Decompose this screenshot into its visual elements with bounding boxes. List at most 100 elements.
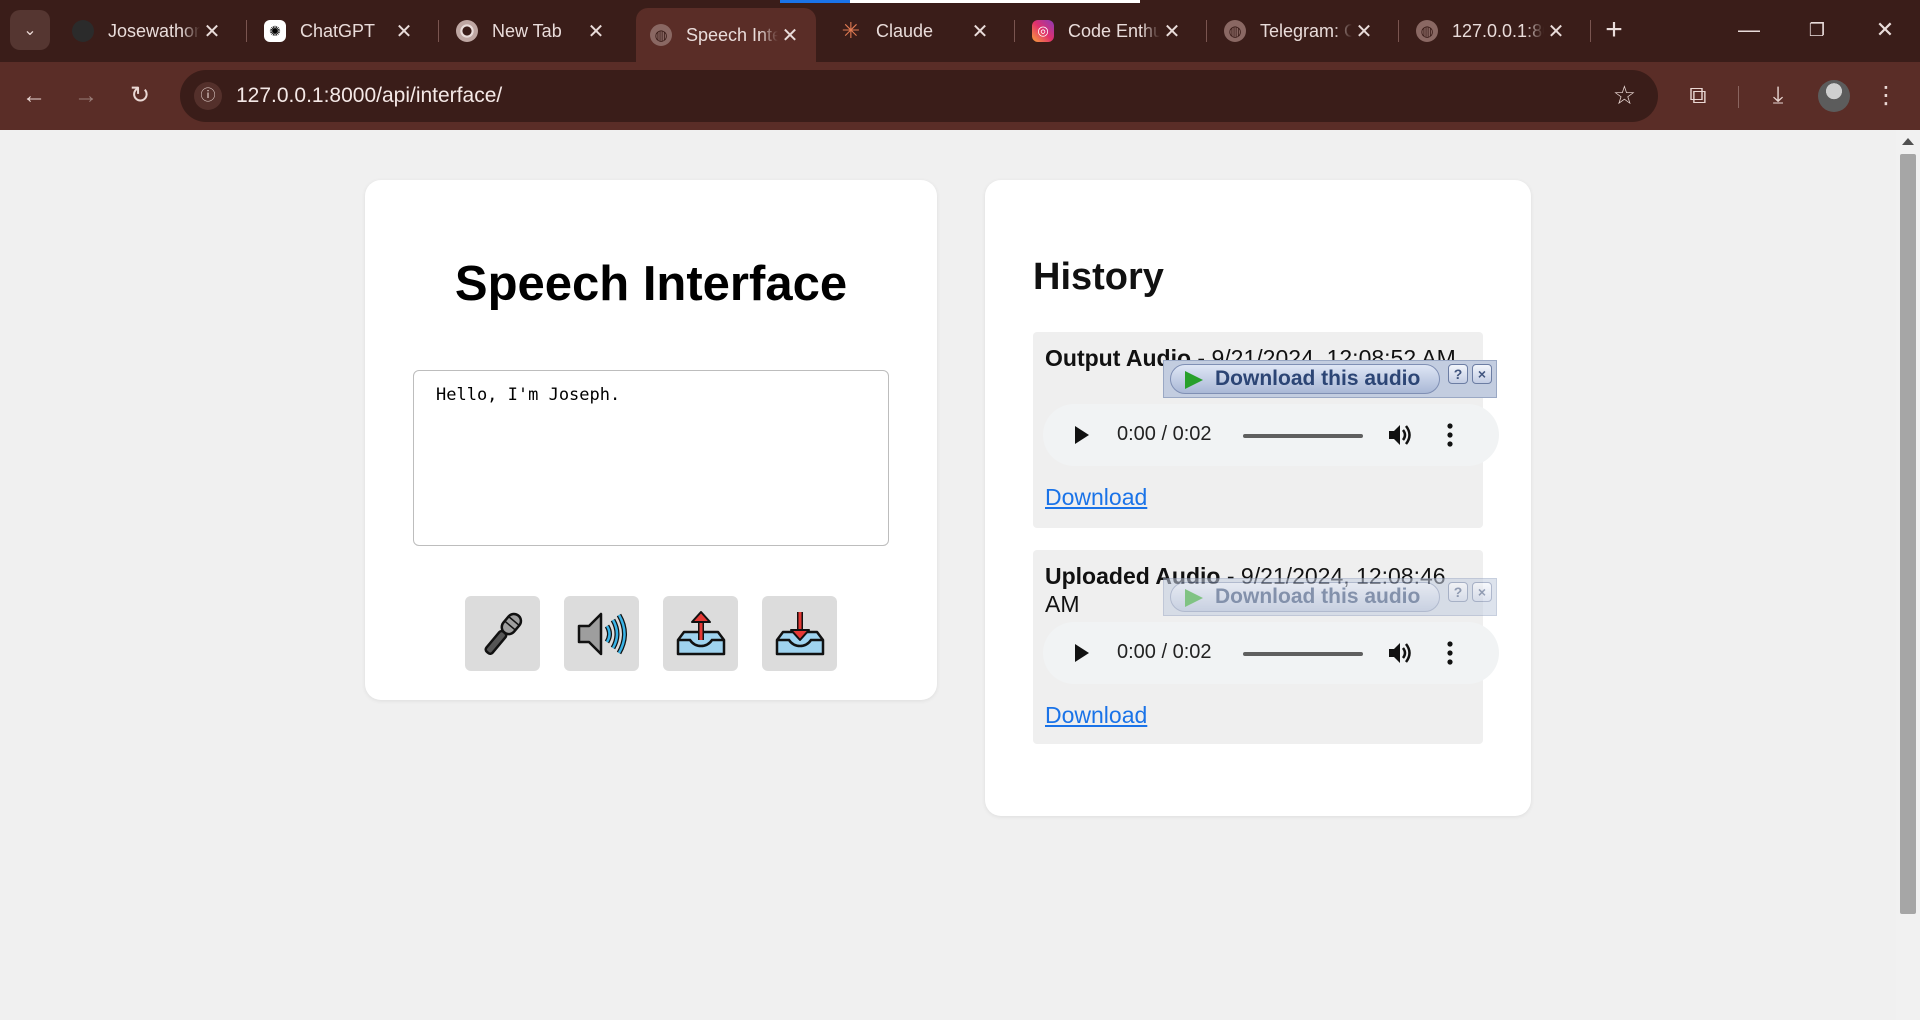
upload-button[interactable]	[663, 596, 738, 671]
close-icon[interactable]: ✕	[1352, 19, 1376, 44]
play-icon[interactable]	[1075, 426, 1089, 444]
close-icon[interactable]: ✕	[968, 19, 992, 44]
tab-title: ChatGPT	[300, 20, 376, 41]
tab-title: Speech Interface	[686, 24, 778, 45]
download-link[interactable]: Download	[1045, 702, 1147, 729]
page-scrollbar[interactable]	[1896, 130, 1920, 1020]
forward-button[interactable]: →	[66, 76, 106, 116]
tab-localhost[interactable]: ◍ 127.0.0.1:8000 ✕	[1402, 8, 1582, 54]
volume-icon[interactable]	[1387, 640, 1413, 666]
close-icon[interactable]: ✕	[200, 19, 224, 44]
download-button[interactable]	[762, 596, 837, 671]
close-icon[interactable]: ✕	[1160, 19, 1184, 44]
play-arrow-icon	[1185, 589, 1203, 607]
tab-title: Claude	[876, 20, 934, 41]
audio-seek-slider[interactable]	[1243, 652, 1363, 656]
history-title: History	[1033, 256, 1164, 298]
tab-instagram[interactable]: ◎ Code Enthusiast ✕	[1018, 8, 1198, 54]
url-text[interactable]: 127.0.0.1:8000/api/interface/	[236, 84, 502, 108]
chrome-icon	[456, 20, 478, 42]
menu-kebab-icon[interactable]: ⋮	[1866, 76, 1906, 116]
tab-title: 127.0.0.1:8000	[1452, 20, 1544, 41]
download-audio-overlay: Download this audio ? ×	[1163, 360, 1497, 398]
site-info-icon[interactable]: ⓘ	[194, 82, 222, 110]
loading-indicator-track	[850, 0, 1140, 3]
download-this-audio-button[interactable]: Download this audio	[1170, 582, 1440, 612]
close-icon[interactable]: ✕	[392, 19, 416, 44]
globe-icon: ◍	[650, 24, 672, 46]
tab-title: Code Enthusiast	[1068, 20, 1160, 41]
download-this-audio-label: Download this audio	[1215, 367, 1421, 390]
chatgpt-icon: ✺	[264, 20, 286, 42]
help-icon[interactable]: ?	[1448, 364, 1468, 384]
tab-chatgpt[interactable]: ✺ ChatGPT ✕	[250, 8, 430, 54]
scrollbar-thumb[interactable]	[1900, 154, 1916, 914]
restore-button[interactable]: ❐	[1792, 8, 1842, 52]
tab-speech-interface[interactable]: ◍ Speech Interface ✕	[636, 8, 816, 62]
minimize-button[interactable]: —	[1724, 8, 1774, 52]
tab-telegram[interactable]: ◍ Telegram: Contact ✕	[1210, 8, 1390, 54]
more-options-icon[interactable]	[1447, 422, 1453, 448]
reload-button[interactable]: ↻	[120, 76, 160, 116]
new-tab-button[interactable]: +	[1598, 12, 1630, 48]
tab-separator	[1206, 20, 1207, 42]
tab-search-button[interactable]: ⌄	[10, 10, 50, 50]
play-icon[interactable]	[1075, 644, 1089, 662]
help-icon[interactable]: ?	[1448, 582, 1468, 602]
download-this-audio-button[interactable]: Download this audio	[1170, 364, 1440, 394]
audio-seek-slider[interactable]	[1243, 434, 1363, 438]
window-close-button[interactable]: ✕	[1860, 8, 1910, 52]
instagram-icon: ◎	[1032, 20, 1054, 42]
download-link[interactable]: Download	[1045, 484, 1147, 511]
tab-title: New Tab	[492, 20, 562, 41]
close-icon[interactable]: ✕	[778, 23, 802, 48]
close-icon[interactable]: ×	[1472, 582, 1492, 602]
scroll-up-arrow-icon[interactable]	[1902, 138, 1914, 145]
audio-player[interactable]: 0:00 / 0:02	[1043, 404, 1499, 466]
audio-time: 0:00 / 0:02	[1117, 641, 1212, 663]
globe-icon: ◍	[1416, 20, 1438, 42]
profile-avatar[interactable]	[1818, 80, 1850, 112]
bookmark-star-icon[interactable]: ☆	[1613, 80, 1636, 111]
tab-separator	[438, 20, 439, 42]
download-tray-icon	[775, 611, 824, 655]
tab-github[interactable]: Josewathome ✕	[58, 8, 238, 54]
address-bar[interactable]: ⓘ 127.0.0.1:8000/api/interface/ ☆	[180, 70, 1658, 122]
tab-title: Telegram: Contact	[1260, 20, 1352, 41]
back-button[interactable]: ←	[14, 76, 54, 116]
audio-time: 0:00 / 0:02	[1117, 423, 1212, 445]
downloads-icon[interactable]: ⤓	[1758, 76, 1798, 116]
more-options-icon[interactable]	[1447, 640, 1453, 666]
close-icon[interactable]: ✕	[1544, 19, 1568, 44]
audio-player[interactable]: 0:00 / 0:02	[1043, 622, 1499, 684]
close-icon[interactable]: ✕	[584, 19, 608, 44]
tab-strip: ⌄ Josewathome ✕ ✺ ChatGPT ✕ New Tab ✕ ◍ …	[0, 0, 1920, 62]
microphone-icon	[483, 612, 522, 655]
tab-separator	[1014, 20, 1015, 42]
toolbar-divider	[1738, 86, 1739, 108]
globe-icon: ◍	[1224, 20, 1246, 42]
download-audio-overlay: Download this audio ? ×	[1163, 578, 1497, 616]
tab-separator	[246, 20, 247, 42]
tab-separator	[1398, 20, 1399, 42]
github-icon	[72, 20, 94, 42]
extensions-icon[interactable]: ⧉	[1678, 76, 1718, 116]
browser-toolbar: ← → ↻ ⓘ 127.0.0.1:8000/api/interface/ ☆ …	[0, 62, 1920, 130]
claude-icon: ✳	[841, 18, 861, 43]
loading-indicator	[780, 0, 850, 3]
tab-new-tab[interactable]: New Tab ✕	[442, 8, 622, 54]
page-title: Speech Interface	[454, 257, 848, 311]
volume-icon[interactable]	[1387, 422, 1413, 448]
close-icon[interactable]: ×	[1472, 364, 1492, 384]
speaker-icon	[577, 612, 627, 655]
download-this-audio-label: Download this audio	[1215, 585, 1421, 608]
upload-tray-icon	[676, 610, 725, 655]
text-input[interactable]	[413, 370, 889, 546]
history-card: History Output Audio - 9/21/2024, 12:08:…	[985, 180, 1531, 816]
play-arrow-icon	[1185, 371, 1203, 389]
speak-button[interactable]	[564, 596, 639, 671]
record-button[interactable]	[465, 596, 540, 671]
speech-card: Speech Interface	[365, 180, 937, 700]
tab-separator	[1590, 20, 1591, 42]
tab-claude[interactable]: ✳ Claude ✕	[826, 8, 1006, 54]
